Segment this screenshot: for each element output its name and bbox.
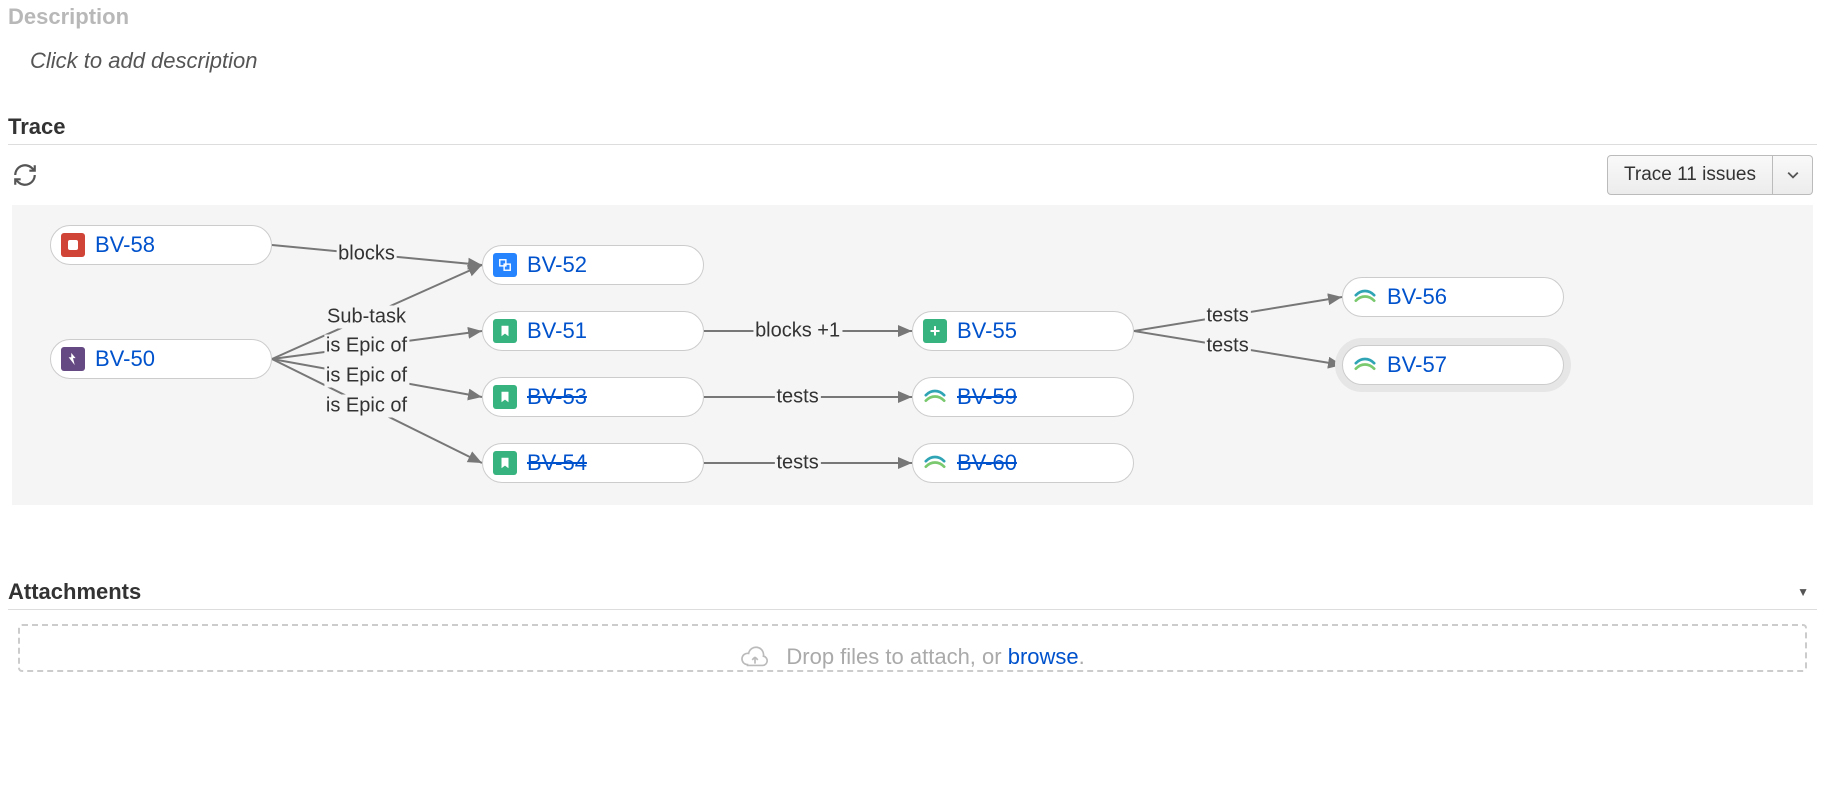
dropzone-text-suffix: . [1079, 644, 1085, 669]
story-type-icon [493, 385, 517, 409]
issue-node-bv-56[interactable]: BV-56 [1342, 277, 1564, 317]
issue-key: BV-57 [1387, 352, 1447, 378]
caret-down-icon [1787, 169, 1799, 181]
edge-label: blocks +1 [753, 320, 842, 343]
trace-section-header: Trace [8, 110, 1817, 145]
edge-label: tests [1204, 304, 1250, 327]
issue-key: BV-56 [1387, 284, 1447, 310]
issue-node-bv-51[interactable]: BV-51 [482, 311, 704, 351]
issue-node-bv-50[interactable]: BV-50 [50, 339, 272, 379]
issue-key: BV-50 [95, 346, 155, 372]
issue-node-bv-60[interactable]: BV-60 [912, 443, 1134, 483]
feature-type-icon [923, 319, 947, 343]
browse-link[interactable]: browse [1008, 644, 1079, 669]
issue-node-bv-55[interactable]: BV-55 [912, 311, 1134, 351]
edge-label: is Epic of [324, 365, 409, 388]
edge-label: tests [1204, 335, 1250, 358]
attachments-toggle-icon[interactable]: ▼ [1797, 585, 1817, 599]
issue-key: BV-54 [527, 450, 587, 476]
issue-node-bv-57[interactable]: BV-57 [1342, 345, 1564, 385]
trace-canvas[interactable]: BV-58 BV-50 BV-52 BV-51 BV-53 BV-54 BV-55 BV-59… [12, 205, 1813, 505]
edge-label: tests [774, 452, 820, 475]
test-type-icon [1353, 285, 1377, 309]
edge-label: blocks [336, 243, 397, 266]
edge-label: is Epic of [324, 335, 409, 358]
issue-key: BV-52 [527, 252, 587, 278]
issue-node-bv-53[interactable]: BV-53 [482, 377, 704, 417]
trace-issues-button[interactable]: Trace 11 issues [1607, 155, 1773, 195]
story-type-icon [493, 451, 517, 475]
issue-key: BV-59 [957, 384, 1017, 410]
description-placeholder[interactable]: Click to add description [8, 34, 1817, 110]
refresh-icon[interactable] [12, 162, 38, 188]
trace-issues-dropdown[interactable] [1773, 155, 1813, 195]
edge-label: tests [774, 386, 820, 409]
dropzone-text-prefix: Drop files to attach, or [786, 644, 1007, 669]
issue-key: BV-55 [957, 318, 1017, 344]
story-type-icon [493, 319, 517, 343]
issue-key: BV-51 [527, 318, 587, 344]
blocker-type-icon [61, 233, 85, 257]
test-type-icon [1353, 353, 1377, 377]
cloud-upload-icon [740, 646, 770, 670]
test-type-icon [923, 451, 947, 475]
epic-type-icon [61, 347, 85, 371]
edge-label: is Epic of [324, 394, 409, 417]
attachments-section-header: Attachments [8, 575, 141, 609]
test-type-icon [923, 385, 947, 409]
issue-node-bv-58[interactable]: BV-58 [50, 225, 272, 265]
issue-node-bv-54[interactable]: BV-54 [482, 443, 704, 483]
issue-key: BV-60 [957, 450, 1017, 476]
issue-node-bv-59[interactable]: BV-59 [912, 377, 1134, 417]
description-section-header: Description [8, 0, 1817, 34]
edge-label: Sub-task [325, 305, 408, 328]
issue-key: BV-58 [95, 232, 155, 258]
attachments-dropzone[interactable]: Drop files to attach, or browse. [18, 624, 1807, 672]
issue-key: BV-53 [527, 384, 587, 410]
sub-type-icon [493, 253, 517, 277]
issue-node-bv-52[interactable]: BV-52 [482, 245, 704, 285]
